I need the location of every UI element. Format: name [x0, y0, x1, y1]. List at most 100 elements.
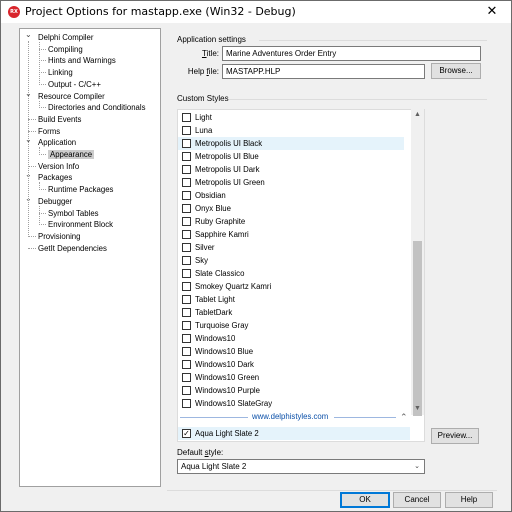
style-list-item[interactable]: Onyx Blue [178, 202, 404, 215]
custom-styles-list[interactable]: Light Luna Metropolis UI Black Metropolis U… [177, 109, 425, 442]
style-list-item[interactable]: Windows10 SlateGray [178, 397, 404, 410]
style-checkbox[interactable] [182, 178, 191, 187]
expand-chevron-icon[interactable]: ⌄ [25, 30, 32, 39]
scroll-down-arrow-icon[interactable]: ▼ [414, 405, 421, 412]
style-checkbox[interactable] [182, 217, 191, 226]
tree-item[interactable]: Provisioning [38, 231, 80, 242]
style-list-item[interactable]: Smokey Quartz Kamri [178, 280, 404, 293]
style-label: Metropolis UI Green [195, 178, 265, 187]
style-list-item[interactable]: Obsidian [178, 189, 404, 202]
selected-style-item[interactable]: ✓ Aqua Light Slate 2 [178, 427, 410, 440]
tree-item[interactable]: Linking [48, 67, 73, 78]
style-checkbox[interactable] [182, 308, 191, 317]
tree-item[interactable]: Output - C/C++ [48, 79, 101, 90]
style-checkbox[interactable] [182, 269, 191, 278]
style-list-item[interactable]: Metropolis UI Green [178, 176, 404, 189]
title-input[interactable]: Marine Adventures Order Entry [222, 46, 481, 61]
style-label: Aqua Light Slate 2 [195, 429, 259, 438]
style-checkbox[interactable] [182, 126, 191, 135]
style-checkbox[interactable] [182, 373, 191, 382]
style-checkbox[interactable] [182, 334, 191, 343]
style-list-item[interactable]: Slate Classico [178, 267, 404, 280]
tree-item-label: Debugger [38, 196, 73, 206]
style-checkbox[interactable] [182, 230, 191, 239]
tree-item[interactable]: Environment Block [48, 219, 113, 230]
style-list-item[interactable]: Windows10 Dark [178, 358, 404, 371]
close-button[interactable]: ✕ [485, 4, 499, 18]
style-checkbox[interactable] [182, 321, 191, 330]
style-checkbox[interactable] [182, 256, 191, 265]
style-list-item[interactable]: Windows10 Purple [178, 384, 404, 397]
style-list-item[interactable]: Turquoise Gray [178, 319, 404, 332]
style-checkbox[interactable] [182, 191, 191, 200]
tree-item-label: Runtime Packages [48, 185, 114, 195]
helpfile-input[interactable]: MASTAPP.HLP [222, 64, 425, 79]
tree-item[interactable]: Compiling [48, 44, 83, 55]
style-checkbox[interactable] [182, 360, 191, 369]
style-checkbox[interactable] [182, 295, 191, 304]
tree-item[interactable]: Forms [38, 126, 60, 137]
tree-item[interactable]: Application [38, 137, 76, 148]
style-checkbox[interactable]: ✓ [182, 429, 191, 438]
style-checkbox[interactable] [182, 139, 191, 148]
chevron-down-icon[interactable]: ⌄ [414, 460, 420, 473]
tree-item[interactable]: Appearance [48, 149, 95, 160]
tree-item[interactable]: Directories and Conditionals [48, 102, 146, 113]
style-list-item[interactable]: Windows10 Blue [178, 345, 404, 358]
cancel-button[interactable]: Cancel [393, 492, 441, 508]
style-list-item[interactable]: Windows10 [178, 332, 404, 345]
style-checkbox[interactable] [182, 386, 191, 395]
style-label: Metropolis UI Blue [195, 152, 259, 161]
tree-connector [28, 118, 36, 120]
tree-item[interactable]: Debugger [38, 196, 72, 207]
app-settings-group-title: Application settings [177, 35, 246, 44]
style-checkbox[interactable] [182, 113, 191, 122]
tree-connector [28, 235, 36, 237]
tree-item[interactable]: Packages [38, 172, 72, 183]
tree-item[interactable]: Hints and Warnings [48, 55, 116, 66]
style-list-item[interactable]: Silver [178, 241, 404, 254]
style-list-item[interactable]: Tablet Light [178, 293, 404, 306]
tree-item[interactable]: Version Info [38, 161, 79, 172]
options-tree[interactable]: Delphi Compiler ⌄ Compiling Hints and Warni… [19, 28, 161, 487]
style-list-item[interactable]: Windows10 Green [178, 371, 404, 384]
style-list-item[interactable]: Ruby Graphite [178, 215, 404, 228]
preview-button[interactable]: Preview... [431, 428, 479, 444]
style-checkbox[interactable] [182, 204, 191, 213]
tree-connector [39, 182, 40, 191]
style-checkbox[interactable] [182, 165, 191, 174]
style-checkbox[interactable] [182, 243, 191, 252]
ok-button[interactable]: OK [340, 492, 390, 508]
style-list-item[interactable]: Metropolis UI Dark [178, 163, 404, 176]
tree-item[interactable]: Delphi Compiler [38, 32, 93, 43]
tree-item[interactable]: Symbol Tables [48, 208, 99, 219]
style-list-item[interactable]: TabletDark [178, 306, 404, 319]
tree-item[interactable]: Runtime Packages [48, 184, 113, 195]
style-list-item[interactable]: Sky [178, 254, 404, 267]
delphistyles-link[interactable]: www.delphistyles.com [252, 412, 328, 421]
tree-item-label: Resource Compiler [38, 91, 105, 101]
style-checkbox[interactable] [182, 152, 191, 161]
style-label: Light [195, 113, 212, 122]
tree-item-label: Directories and Conditionals [48, 103, 146, 113]
tree-item[interactable]: Build Events [38, 114, 81, 125]
style-list-item[interactable]: Metropolis UI Blue [178, 150, 404, 163]
style-checkbox[interactable] [182, 347, 191, 356]
custom-styles-group-title: Custom Styles [177, 94, 229, 103]
styles-scrollbar-thumb[interactable] [413, 241, 422, 416]
style-list-item[interactable]: Sapphire Kamri [178, 228, 404, 241]
tree-item[interactable]: Resource Compiler [38, 91, 105, 102]
style-checkbox[interactable] [182, 399, 191, 408]
tree-item[interactable]: GetIt Dependencies [38, 243, 107, 254]
help-button[interactable]: Help [445, 492, 493, 508]
style-list-item[interactable]: Luna [178, 124, 404, 137]
browse-button[interactable]: Browse... [431, 63, 481, 79]
default-style-select[interactable]: Aqua Light Slate 2 ⌄ [177, 459, 425, 474]
style-checkbox[interactable] [182, 282, 191, 291]
collapse-chevron-icon[interactable]: ⌃ [400, 412, 408, 423]
style-list-item[interactable]: Light [178, 111, 404, 124]
default-style-value: Aqua Light Slate 2 [181, 462, 247, 471]
style-list-item[interactable]: Metropolis UI Black [178, 137, 404, 150]
title-bar: RX Project Options for mastapp.exe (Win3… [1, 1, 511, 23]
scroll-up-arrow-icon[interactable]: ▲ [414, 111, 421, 118]
